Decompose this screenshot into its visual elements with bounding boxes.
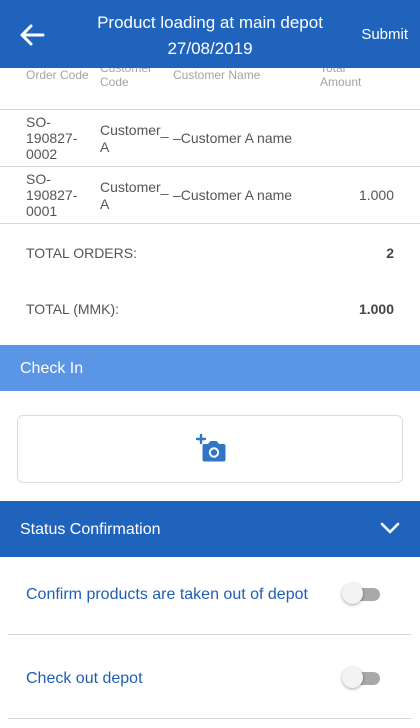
total-orders: TOTAL ORDERS: 2	[26, 245, 394, 261]
order-code: SO- 190827- 0001	[26, 171, 78, 219]
total-mmk-value: 1.000	[358, 301, 394, 317]
table-row[interactable]: SO- 190827- 0001 Customer_ A –Customer A…	[0, 167, 420, 224]
orders-table-header: Order Code Customer Code Customer Name T…	[0, 68, 420, 110]
page-title: Product loading at main depot	[97, 13, 323, 32]
column-customer-code: Customer Code	[100, 68, 153, 89]
total-orders-value: 2	[386, 245, 394, 261]
arrow-left-icon[interactable]	[19, 22, 45, 48]
submit-button[interactable]: Submit	[361, 26, 408, 43]
column-order-code: Order Code	[26, 68, 89, 82]
column-customer-name: Customer Name	[173, 68, 261, 82]
order-code: SO- 190827- 0002	[26, 114, 78, 162]
status-confirmation-header[interactable]: Status Confirmation	[0, 501, 420, 557]
customer-code: Customer_ A	[100, 179, 169, 212]
customer-name: –Customer A name	[173, 130, 293, 146]
toggle-knob	[342, 583, 363, 604]
customer-code: Customer_ A	[100, 122, 169, 155]
check-out-depot-item: Check out depot	[8, 637, 412, 719]
chevron-down-icon[interactable]	[380, 521, 400, 535]
check-in-label: Check In	[20, 360, 84, 377]
total-amount: 1.000	[358, 187, 394, 203]
confirm-products-label: Confirm products are taken out of depot	[26, 586, 308, 603]
app-header: Product loading at main depot 27/08/2019…	[0, 0, 420, 68]
page-date: 27/08/2019	[167, 39, 253, 58]
total-mmk-label: TOTAL (MMK):	[26, 301, 120, 317]
confirm-products-item: Confirm products are taken out of depot	[8, 553, 412, 635]
check-out-depot-label: Check out depot	[26, 670, 143, 687]
check-out-depot-toggle[interactable]	[342, 667, 380, 688]
toggle-knob	[342, 667, 363, 688]
total-mmk: TOTAL (MMK): 1.000	[26, 301, 394, 317]
table-row[interactable]: SO- 190827- 0002 Customer_ A –Customer A…	[0, 110, 420, 167]
customer-name: –Customer A name	[173, 187, 293, 203]
confirm-products-toggle[interactable]	[342, 583, 380, 604]
check-in-section-header[interactable]: Check In	[0, 345, 420, 391]
add-photo-button[interactable]	[17, 415, 403, 483]
add-photo-icon	[196, 434, 226, 462]
total-orders-label: TOTAL ORDERS:	[26, 245, 137, 261]
column-total-amount: Total Amount	[320, 68, 362, 89]
status-confirmation-label: Status Confirmation	[20, 521, 161, 538]
